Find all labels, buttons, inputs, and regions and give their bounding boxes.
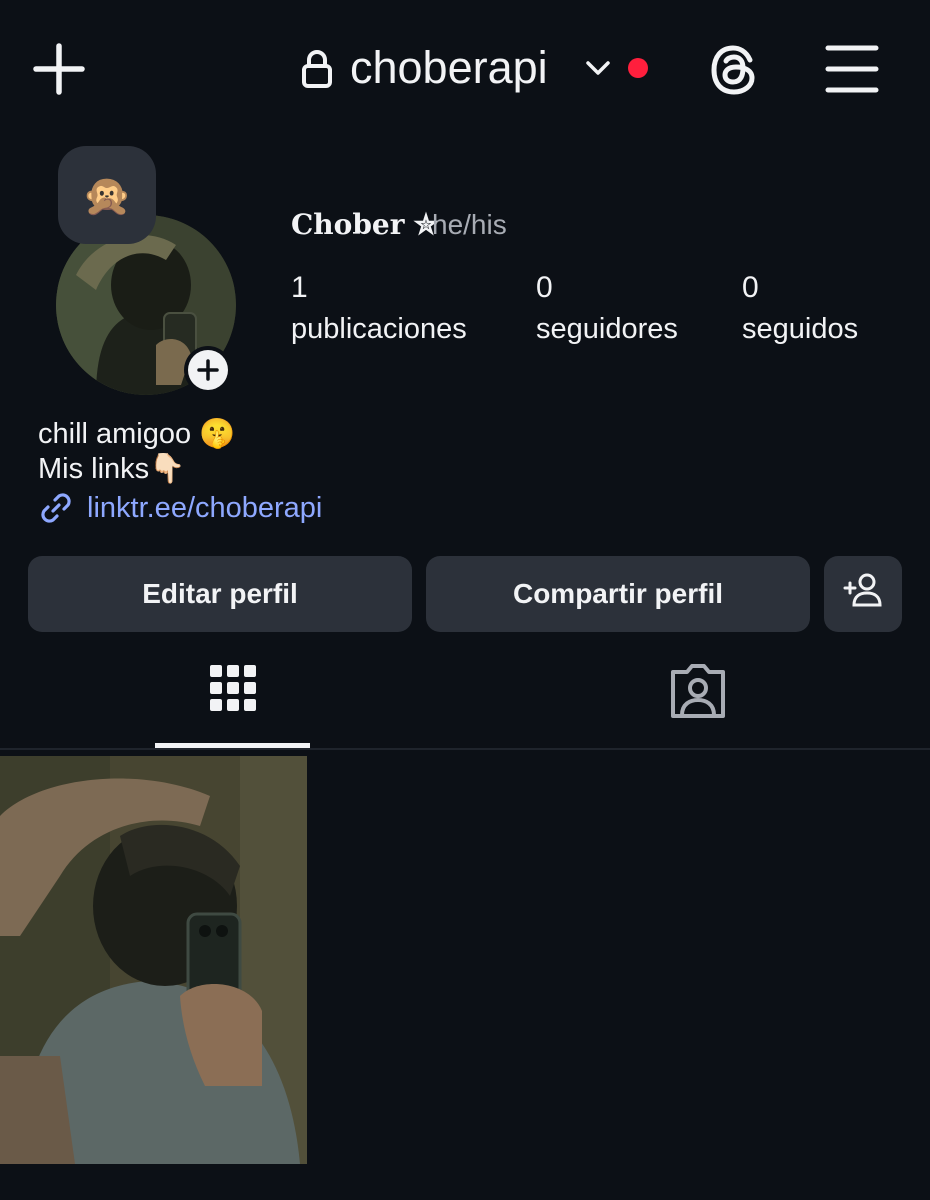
- discover-people-button[interactable]: [824, 556, 902, 632]
- lock-icon: [300, 48, 334, 90]
- tab-posts-grid[interactable]: [155, 656, 310, 748]
- account-username[interactable]: choberapi: [350, 38, 548, 98]
- grid-icon: [210, 665, 256, 711]
- see-no-evil-monkey-emoji: 🙊: [82, 173, 132, 218]
- note-bubble[interactable]: 🙊: [58, 146, 156, 244]
- threads-icon[interactable]: [706, 42, 762, 98]
- edit-profile-button[interactable]: Editar perfil: [28, 556, 412, 632]
- pronouns: he/his: [432, 209, 507, 240]
- following-count[interactable]: 0: [742, 268, 759, 308]
- followers-label[interactable]: seguidores: [536, 309, 678, 349]
- bio-line: chill amigoo 🤫: [38, 418, 236, 450]
- bio-line: Mis links👇🏻: [38, 453, 186, 485]
- tagged-person-icon: [671, 664, 725, 718]
- notification-dot: [628, 58, 648, 78]
- display-name: Chober ✮: [291, 208, 438, 241]
- plus-icon: [188, 350, 228, 390]
- share-profile-button[interactable]: Compartir perfil: [426, 556, 810, 632]
- chevron-down-icon[interactable]: [584, 56, 612, 80]
- tab-divider: [0, 748, 930, 750]
- following-label[interactable]: seguidos: [742, 309, 858, 349]
- tab-tagged[interactable]: [620, 656, 775, 748]
- add-story-button[interactable]: [184, 346, 232, 394]
- posts-count[interactable]: 1: [291, 268, 308, 308]
- followers-count[interactable]: 0: [536, 268, 553, 308]
- link-icon: [38, 490, 74, 526]
- posts-label[interactable]: publicaciones: [291, 309, 467, 349]
- add-user-icon: [841, 571, 885, 618]
- hamburger-menu-icon[interactable]: [824, 44, 880, 94]
- bio-link[interactable]: linktr.ee/choberapi: [87, 488, 322, 528]
- create-plus-icon[interactable]: [30, 40, 88, 98]
- post-thumbnail[interactable]: [0, 756, 307, 1164]
